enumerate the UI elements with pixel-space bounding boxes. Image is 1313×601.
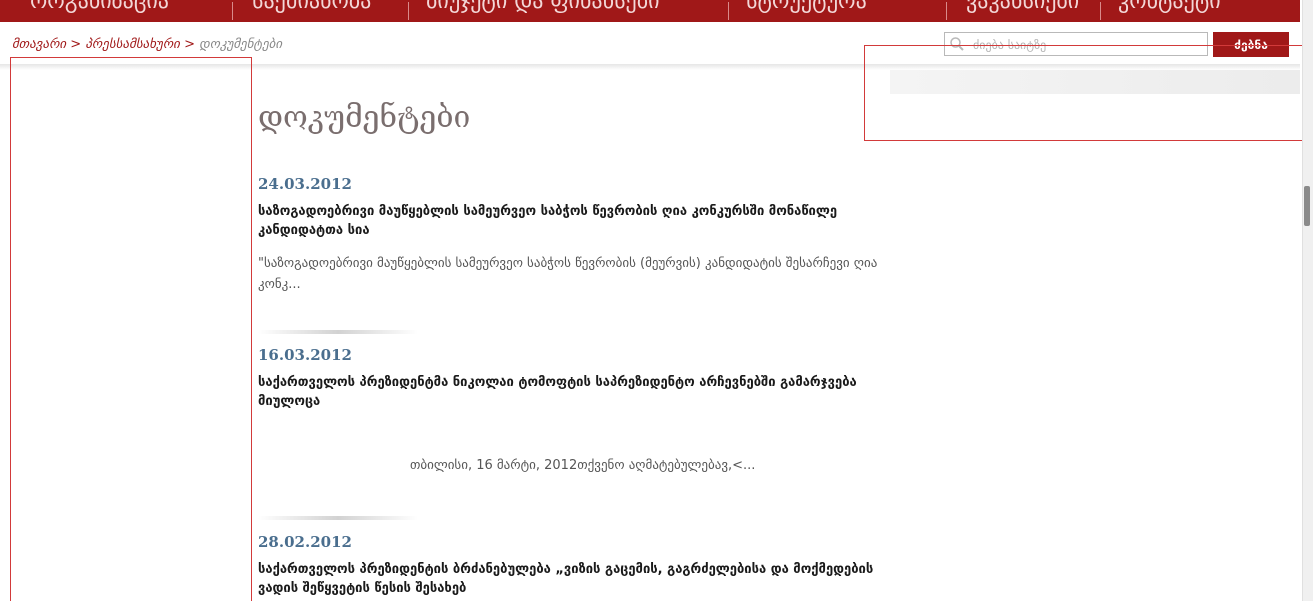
- article-date: 24.03.2012: [258, 175, 352, 193]
- top-nav-separator: [946, 2, 947, 20]
- article-divider: [258, 330, 418, 334]
- article-title-link[interactable]: საზოგადოებრივი მაუწყებლის სამეურვეო საბჭ…: [258, 202, 878, 240]
- article-date: 28.02.2012: [258, 533, 352, 551]
- article-item: 24.03.2012 საზოგადოებრივი მაუწყებლის სამ…: [258, 175, 878, 295]
- breadcrumb-home-link[interactable]: მთავარი: [12, 37, 66, 52]
- top-nav-item[interactable]: ვაკანსიები: [966, 0, 1079, 14]
- breadcrumb: მთავარი > პრესსამსახური > დოკუმენტები: [12, 37, 282, 52]
- breadcrumb-separator: >: [184, 37, 200, 52]
- top-nav-separator: [232, 2, 233, 20]
- breadcrumb-separator: >: [70, 37, 86, 52]
- top-nav-item[interactable]: ბიუჯეტი და ფინანსები: [426, 0, 660, 14]
- top-nav-item[interactable]: ორგანიზაცია: [30, 0, 169, 14]
- top-nav-item[interactable]: კონტაქტი: [1118, 0, 1221, 14]
- top-nav-separator: [1100, 2, 1101, 20]
- page-title: დოკუმენტები: [258, 100, 471, 135]
- article-item: 28.02.2012 საქართველოს პრეზიდენტის ბრძან…: [258, 533, 878, 598]
- article-item: 16.03.2012 საქართველოს პრეზიდენტმა ნიკოლ…: [258, 346, 878, 476]
- top-nav-separator: [408, 2, 409, 20]
- top-nav-separator: [728, 2, 729, 20]
- top-navigation: ორგანიზაცია საქმიანობა ბიუჯეტი და ფინანს…: [0, 0, 1300, 22]
- page-scrollbar[interactable]: [1302, 0, 1313, 601]
- top-nav-item[interactable]: სტრუქტურა: [746, 0, 867, 14]
- scrollbar-thumb[interactable]: [1304, 186, 1310, 226]
- top-nav-item[interactable]: საქმიანობა: [252, 0, 371, 14]
- article-excerpt: "საზოგადოებრივი მაუწყებლის სამეურვეო საბ…: [258, 256, 878, 292]
- article-excerpt: თბილისი, 16 მარტი, 2012თქვენო აღმატებულე…: [410, 458, 756, 473]
- highlight-box-right: [864, 45, 1313, 141]
- breadcrumb-current: დოკუმენტები: [199, 37, 283, 52]
- page: ორგანიზაცია საქმიანობა ბიუჯეტი და ფინანს…: [0, 0, 1313, 601]
- article-title-link[interactable]: საქართველოს პრეზიდენტის ბრძანებულება „ვი…: [258, 560, 878, 598]
- article-divider: [258, 516, 418, 520]
- highlight-box-left-sidebar: [10, 57, 252, 601]
- article-date: 16.03.2012: [258, 346, 352, 364]
- article-title-link[interactable]: საქართველოს პრეზიდენტმა ნიკოლაი ტომოფტის…: [258, 373, 878, 411]
- breadcrumb-section-link[interactable]: პრესსამსახური: [85, 37, 180, 52]
